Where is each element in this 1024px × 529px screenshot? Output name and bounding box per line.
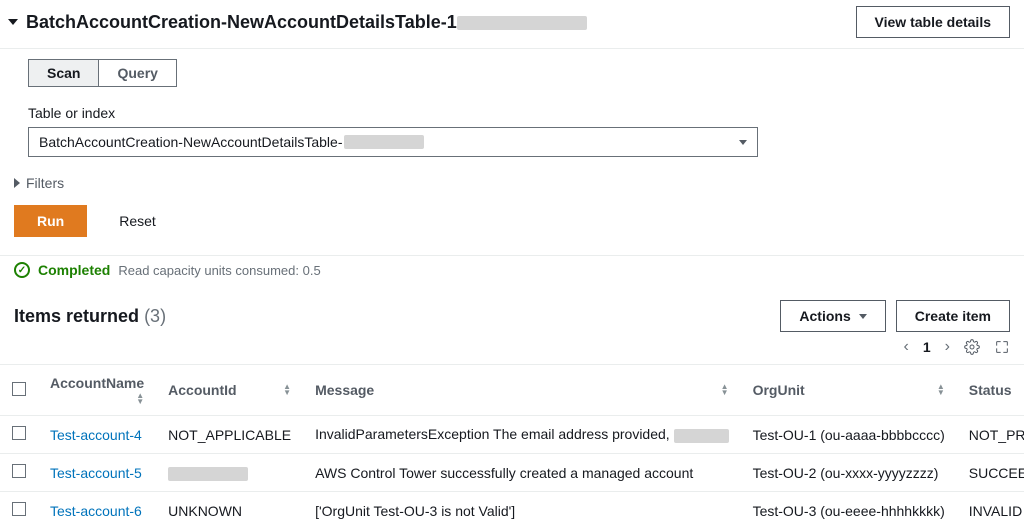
cell-status: NOT_PROVISIONED bbox=[969, 427, 1024, 443]
cell-status: SUCCEEDED bbox=[969, 465, 1024, 481]
table-or-index-select[interactable]: BatchAccountCreation-NewAccountDetailsTa… bbox=[28, 127, 758, 157]
create-item-button[interactable]: Create item bbox=[896, 300, 1010, 332]
prev-page-button[interactable]: ‹ bbox=[904, 338, 909, 356]
row-checkbox[interactable] bbox=[12, 426, 26, 440]
status-bar: Completed Read capacity units consumed: … bbox=[0, 255, 1024, 290]
cell-orgunit: Test-OU-3 (ou-eeee-hhhhkkkk) bbox=[753, 503, 945, 519]
cell-message: AWS Control Tower successfully created a… bbox=[315, 465, 693, 481]
select-all-checkbox[interactable] bbox=[12, 382, 26, 396]
account-name-link[interactable]: Test-account-4 bbox=[50, 427, 142, 443]
run-button[interactable]: Run bbox=[14, 205, 87, 237]
column-header-accountid[interactable]: AccountId bbox=[156, 365, 303, 416]
redacted-text bbox=[674, 429, 729, 443]
chevron-down-icon bbox=[859, 314, 867, 319]
sort-icon bbox=[937, 383, 945, 397]
tab-scan[interactable]: Scan bbox=[29, 60, 98, 86]
chevron-down-icon bbox=[739, 140, 747, 145]
account-name-link[interactable]: Test-account-5 bbox=[50, 465, 142, 481]
status-text: Completed bbox=[38, 262, 110, 278]
column-header-message[interactable]: Message bbox=[303, 365, 740, 416]
table-row: Test-account-6 UNKNOWN ['OrgUnit Test-OU-3… bbox=[0, 492, 1024, 529]
column-header-accountname[interactable]: AccountName bbox=[38, 365, 156, 416]
collapse-caret-icon[interactable] bbox=[8, 19, 18, 25]
view-table-details-button[interactable]: View table details bbox=[856, 6, 1010, 38]
column-header-orgunit[interactable]: OrgUnit bbox=[741, 365, 957, 416]
redacted-text bbox=[344, 135, 424, 149]
column-header-status[interactable]: Status bbox=[957, 365, 1024, 416]
table-row: Test-account-4 NOT_APPLICABLE InvalidParam… bbox=[0, 416, 1024, 454]
items-returned-title: Items returned (3) bbox=[14, 306, 166, 327]
row-checkbox[interactable] bbox=[12, 502, 26, 516]
redacted-text bbox=[457, 16, 587, 30]
fullscreen-icon[interactable] bbox=[994, 339, 1010, 355]
panel-header: BatchAccountCreation-NewAccountDetailsTa… bbox=[0, 0, 1024, 49]
scan-query-toggle: Scan Query bbox=[28, 59, 177, 87]
page-number: 1 bbox=[923, 339, 931, 355]
next-page-button[interactable]: › bbox=[945, 338, 950, 356]
page-title: BatchAccountCreation-NewAccountDetailsTa… bbox=[26, 12, 587, 33]
sort-icon bbox=[721, 383, 729, 397]
gear-icon[interactable] bbox=[964, 339, 980, 355]
success-icon bbox=[14, 262, 30, 278]
reset-button[interactable]: Reset bbox=[101, 206, 174, 236]
cell-orgunit: Test-OU-1 (ou-aaaa-bbbbcccc) bbox=[753, 427, 945, 443]
filters-toggle[interactable]: Filters bbox=[0, 157, 1024, 205]
row-checkbox[interactable] bbox=[12, 464, 26, 478]
account-name-link[interactable]: Test-account-6 bbox=[50, 503, 142, 519]
cell-message: ['OrgUnit Test-OU-3 is not Valid'] bbox=[315, 503, 515, 519]
cell-accountid: UNKNOWN bbox=[168, 503, 242, 519]
table-or-index-label: Table or index bbox=[28, 105, 1010, 121]
actions-dropdown[interactable]: Actions bbox=[780, 300, 885, 332]
redacted-text bbox=[168, 467, 248, 481]
cell-message: InvalidParametersException The email add… bbox=[315, 426, 670, 442]
table-row: Test-account-5 AWS Control Tower successf… bbox=[0, 454, 1024, 492]
cell-orgunit: Test-OU-2 (ou-xxxx-yyyyzzzz) bbox=[753, 465, 939, 481]
sort-icon bbox=[283, 383, 291, 397]
results-table: AccountName AccountId Message OrgUnit St… bbox=[0, 364, 1024, 529]
tab-query[interactable]: Query bbox=[98, 60, 175, 86]
cell-accountid: NOT_APPLICABLE bbox=[168, 427, 291, 443]
sort-icon bbox=[136, 392, 144, 406]
chevron-right-icon bbox=[14, 178, 20, 188]
cell-status: INVALID bbox=[969, 503, 1022, 519]
pagination: ‹ 1 › bbox=[0, 334, 1024, 364]
capacity-text: Read capacity units consumed: 0.5 bbox=[118, 263, 320, 278]
